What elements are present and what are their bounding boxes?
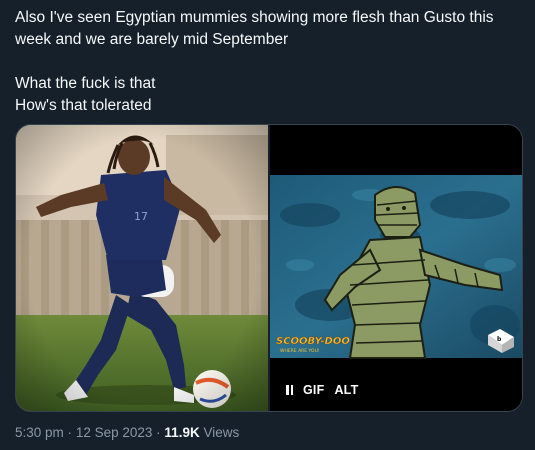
scooby-doo-logo-title: SCOOBY-DOO xyxy=(276,336,350,347)
tweet-meta: 5:30 pm · 12 Sep 2023 · 11.9K Views xyxy=(15,425,239,440)
meta-separator: · xyxy=(67,425,73,440)
football-player-photo[interactable]: 17 xyxy=(16,125,268,411)
gif-badge: GIF xyxy=(303,383,325,397)
pause-icon[interactable] xyxy=(286,385,293,395)
gif-controls: GIF ALT xyxy=(286,383,358,397)
tweet-paragraph-2-line-1: What the fuck is that xyxy=(15,75,156,92)
views-count[interactable]: 11.9K xyxy=(164,425,199,440)
views-label: Views xyxy=(203,425,240,440)
scooby-doo-gif[interactable]: SCOOBY-DOO WHERE ARE YOU! b GIF ALT xyxy=(270,125,522,411)
scooby-doo-logo-subtitle: WHERE ARE YOU! xyxy=(280,348,320,354)
tweet-time[interactable]: 5:30 pm xyxy=(15,425,64,440)
network-badge-text: b xyxy=(497,336,502,343)
tweet-text: Also I've seen Egyptian mummies showing … xyxy=(15,7,525,117)
meta-separator-2: · xyxy=(156,425,161,440)
tweet-date[interactable]: 12 Sep 2023 xyxy=(76,425,153,440)
media-grid: 17 xyxy=(15,124,523,412)
football-player-image: 17 xyxy=(16,125,268,411)
tweet-paragraph-1: Also I've seen Egyptian mummies showing … xyxy=(15,9,494,48)
tweet-paragraph-2-line-2: How's that tolerated xyxy=(15,97,152,114)
mummy-gif-image: SCOOBY-DOO WHERE ARE YOU! b xyxy=(270,125,522,411)
alt-text-button[interactable]: ALT xyxy=(334,383,358,397)
